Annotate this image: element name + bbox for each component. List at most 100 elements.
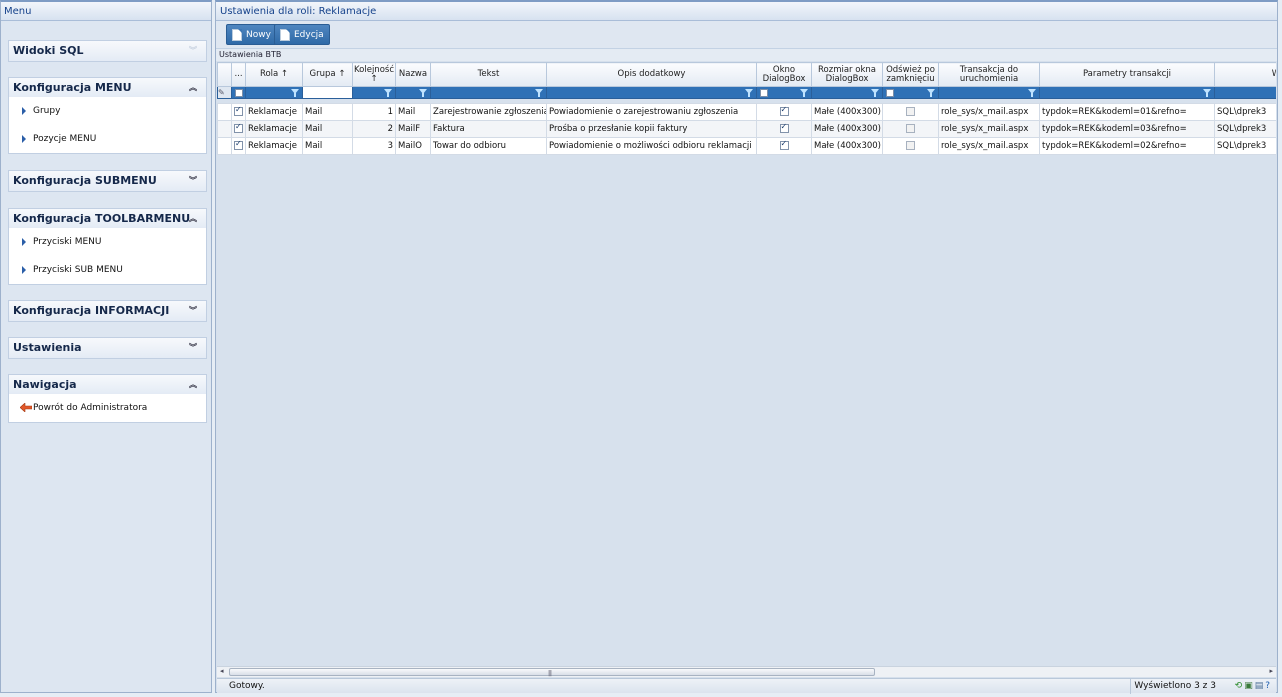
cell-okno-checkbox[interactable]	[756, 120, 812, 138]
section-header[interactable]: Konfiguracja MENU ︽	[9, 78, 206, 97]
cell-opis: Prośba o przesłanie kopii faktury	[546, 120, 757, 138]
filter-icon[interactable]	[535, 89, 543, 97]
filter-icon[interactable]	[1203, 89, 1211, 97]
filter-icon[interactable]	[419, 89, 427, 97]
row-edit-cell[interactable]	[217, 137, 232, 155]
section-header[interactable]: Widoki SQL ︾	[9, 41, 206, 61]
filter-icon[interactable]	[871, 89, 879, 97]
checked-checkbox-icon[interactable]	[779, 122, 789, 133]
filter-okno[interactable]	[756, 86, 812, 99]
row-edit-cell[interactable]	[217, 120, 232, 138]
menu-item-label: Powrót do Administratora	[33, 403, 148, 413]
chevron-down-icon[interactable]: ︾	[189, 41, 197, 61]
column-header-nazwa[interactable]: Nazwa	[395, 62, 431, 87]
filter-grupa-input[interactable]	[302, 86, 353, 99]
column-header-tekst[interactable]: Tekst	[430, 62, 547, 87]
chevron-down-icon[interactable]: ︾	[189, 171, 197, 191]
filter-icon[interactable]	[745, 89, 753, 97]
filter-cell-select[interactable]	[231, 86, 246, 99]
filter-checkbox[interactable]	[760, 89, 768, 97]
chevron-up-icon[interactable]: ︽	[189, 209, 197, 228]
section-header[interactable]: Konfiguracja TOOLBARMENU ︽	[9, 209, 206, 228]
filter-tekst[interactable]	[430, 86, 547, 99]
cell-okno-checkbox[interactable]	[756, 137, 812, 155]
column-header-parametry[interactable]: Parametry transakcji	[1039, 62, 1215, 87]
row-select-checkbox[interactable]	[231, 103, 246, 121]
filter-kolejnosc[interactable]	[352, 86, 396, 99]
row-select-checkbox[interactable]	[231, 120, 246, 138]
unchecked-checkbox-icon[interactable]	[906, 141, 915, 150]
checked-checkbox-icon[interactable]	[234, 105, 243, 116]
filter-nazwa[interactable]	[395, 86, 431, 99]
scroll-right-icon[interactable]: ▸	[1269, 667, 1273, 675]
filter-icon[interactable]	[291, 89, 299, 97]
table-row[interactable]: ReklamacjeMail1MailZarejestrowanie zgłos…	[217, 103, 1276, 121]
column-header-opis[interactable]: Opis dodatkowy	[546, 62, 757, 87]
checked-checkbox-icon[interactable]	[234, 139, 243, 150]
filter-checkbox[interactable]	[886, 89, 894, 97]
row-select-checkbox[interactable]	[231, 137, 246, 155]
column-header-more[interactable]: ...	[231, 62, 246, 87]
section-konfiguracja-informacji[interactable]: Konfiguracja INFORMACJI ︾	[8, 300, 207, 322]
print-icon[interactable]: ▤	[1255, 681, 1266, 691]
column-header-last[interactable]: W	[1214, 62, 1276, 87]
section-widoki-sql[interactable]: Widoki SQL ︾	[8, 40, 207, 62]
checked-checkbox-icon[interactable]	[234, 122, 243, 133]
section-header[interactable]: Konfiguracja INFORMACJI ︾	[9, 301, 206, 321]
new-button[interactable]: Nowy	[226, 24, 277, 45]
export-icon[interactable]: ▣	[1244, 681, 1255, 691]
chevron-down-icon[interactable]: ︾	[189, 301, 197, 321]
unchecked-checkbox-icon[interactable]	[906, 107, 915, 116]
section-header[interactable]: Ustawienia ︾	[9, 338, 206, 358]
section-header[interactable]: Konfiguracja SUBMENU ︾	[9, 171, 206, 191]
cell-odswiez-checkbox[interactable]	[882, 120, 939, 138]
filter-icon[interactable]	[1028, 89, 1036, 97]
scroll-left-icon[interactable]: ◂	[220, 667, 224, 675]
filter-rozmiar[interactable]	[811, 86, 883, 99]
column-header-odswiez[interactable]: Odśwież po zamknięciu	[882, 62, 939, 87]
unchecked-checkbox-icon[interactable]	[906, 124, 915, 133]
scrollbar-thumb[interactable]: |||	[229, 668, 875, 677]
chevron-down-icon[interactable]: ︾	[189, 338, 197, 358]
cell-okno-checkbox[interactable]	[756, 103, 812, 121]
filter-icon[interactable]	[384, 89, 392, 97]
filter-opis[interactable]	[546, 86, 757, 99]
checked-checkbox-icon[interactable]	[779, 139, 789, 150]
filter-transakcja[interactable]	[938, 86, 1040, 99]
column-header-okno[interactable]: Okno DialogBox	[756, 62, 812, 87]
menu-item-pozycje-menu[interactable]: Pozycje MENU	[9, 125, 206, 153]
row-edit-cell[interactable]	[217, 103, 232, 121]
table-row[interactable]: ReklamacjeMail2MailFFakturaProśba o prze…	[217, 120, 1276, 138]
help-icon[interactable]: ?	[1265, 681, 1272, 691]
refresh-icon[interactable]: ⟲	[1235, 681, 1245, 691]
menu-panel-title: Menu	[1, 2, 211, 21]
filter-rola[interactable]	[245, 86, 303, 99]
section-konfiguracja-submenu[interactable]: Konfiguracja SUBMENU ︾	[8, 170, 207, 192]
column-header-grupa[interactable]: Grupa ↑	[302, 62, 353, 87]
edit-button[interactable]: Edycja	[274, 24, 330, 45]
select-all-checkbox[interactable]	[235, 89, 243, 97]
cell-odswiez-checkbox[interactable]	[882, 137, 939, 155]
filter-odswiez[interactable]	[882, 86, 939, 99]
menu-item-powrot-do-administratora[interactable]: Powrót do Administratora	[9, 394, 206, 422]
section-ustawienia[interactable]: Ustawienia ︾	[8, 337, 207, 359]
horizontal-scrollbar[interactable]: ◂ ||| ▸	[217, 666, 1276, 677]
cell-odswiez-checkbox[interactable]	[882, 103, 939, 121]
menu-item-przyciski-menu[interactable]: Przyciski MENU	[9, 228, 206, 256]
filter-parametry[interactable]	[1039, 86, 1215, 99]
chevron-up-icon[interactable]: ︽	[189, 78, 197, 97]
menu-item-przyciski-sub-menu[interactable]: Przyciski SUB MENU	[9, 256, 206, 284]
filter-last[interactable]	[1214, 86, 1276, 99]
column-header-rola[interactable]: Rola ↑	[245, 62, 303, 87]
cell-last: SQL\dprek3	[1214, 137, 1276, 155]
filter-icon[interactable]	[800, 89, 808, 97]
table-row[interactable]: ReklamacjeMail3MailOTowar do odbioruPowi…	[217, 137, 1276, 155]
section-header[interactable]: Nawigacja ︽	[9, 375, 206, 394]
column-header-kolejnosc[interactable]: Kolejność ↑	[352, 62, 396, 87]
column-header-rozmiar[interactable]: Rozmiar okna DialogBox	[811, 62, 883, 87]
chevron-up-icon[interactable]: ︽	[189, 375, 197, 394]
checked-checkbox-icon[interactable]	[779, 105, 789, 116]
filter-icon[interactable]	[927, 89, 935, 97]
column-header-transakcja[interactable]: Transakcja do uruchomienia	[938, 62, 1040, 87]
menu-item-grupy[interactable]: Grupy	[9, 97, 206, 125]
